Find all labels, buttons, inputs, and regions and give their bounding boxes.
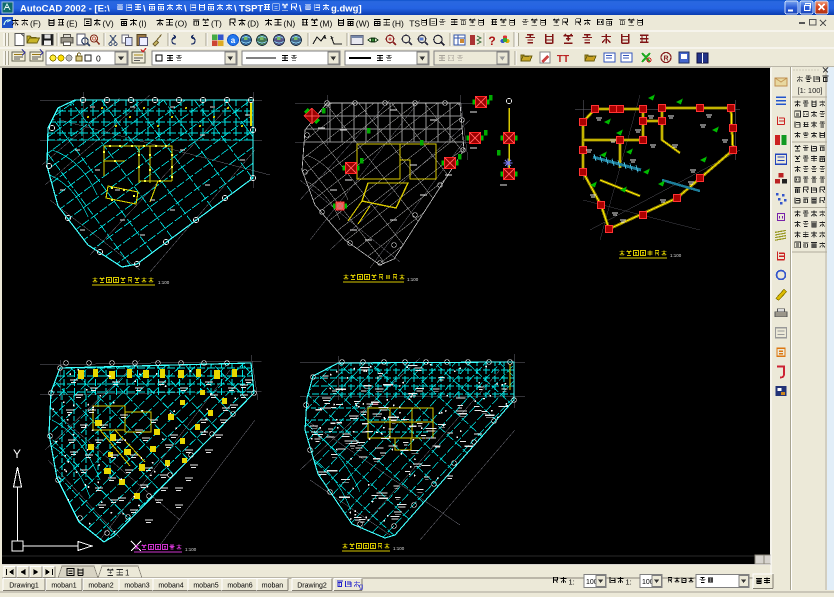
svg-text:(M): (M) xyxy=(320,19,333,29)
svg-text:R: R xyxy=(663,56,668,63)
svg-text:1:100: 1:100 xyxy=(158,280,170,285)
svg-text:1:100: 1:100 xyxy=(393,546,405,551)
svg-text:moban6: moban6 xyxy=(227,583,252,590)
svg-text:?: ? xyxy=(488,34,495,48)
svg-text:Drawing2: Drawing2 xyxy=(297,583,327,590)
svg-text:1: 1 xyxy=(125,569,130,578)
svg-text:moban1: moban1 xyxy=(51,583,76,590)
svg-text:Y: Y xyxy=(13,447,21,461)
svg-text:(T): (T) xyxy=(211,19,222,29)
svg-text:\: \ xyxy=(234,4,237,15)
svg-text:[1: 100]: [1: 100] xyxy=(797,86,822,95)
svg-text:moban4: moban4 xyxy=(158,583,183,590)
svg-text:(W): (W) xyxy=(356,19,370,29)
svg-text:(O): (O) xyxy=(175,19,187,29)
svg-text:1:: 1: xyxy=(626,578,632,587)
svg-text:1:100: 1:100 xyxy=(185,547,197,552)
svg-text:(D): (D) xyxy=(247,19,259,29)
svg-text:g: g xyxy=(359,582,363,591)
svg-text:AutoCAD 2002 - [E:\: AutoCAD 2002 - [E:\ xyxy=(20,4,110,15)
svg-text:TS: TS xyxy=(409,19,420,29)
svg-text:Drawing1: Drawing1 xyxy=(9,583,39,590)
svg-text:TSPT: TSPT xyxy=(239,4,263,15)
svg-text:1:100: 1:100 xyxy=(670,253,682,258)
svg-text:1:: 1: xyxy=(569,578,575,587)
svg-text:moban2: moban2 xyxy=(88,583,113,590)
svg-text:a: a xyxy=(231,36,236,45)
svg-text:moban: moban xyxy=(262,583,284,590)
svg-text:TT: TT xyxy=(557,54,569,65)
svg-text:(H): (H) xyxy=(392,19,404,29)
svg-text:moban3: moban3 xyxy=(124,583,149,590)
svg-text:1:100: 1:100 xyxy=(407,277,419,282)
svg-text:g.dwg]: g.dwg] xyxy=(331,4,362,15)
svg-text:\: \ xyxy=(184,4,187,15)
svg-text:(E): (E) xyxy=(66,19,78,29)
svg-text:\: \ xyxy=(299,4,302,15)
svg-text:(F): (F) xyxy=(30,19,41,29)
svg-text:moban5: moban5 xyxy=(193,583,218,590)
svg-text:(V): (V) xyxy=(102,19,114,29)
svg-text:(I): (I) xyxy=(139,19,147,29)
svg-text:(N): (N) xyxy=(283,19,295,29)
svg-text:0: 0 xyxy=(96,54,101,64)
svg-text:\: \ xyxy=(143,4,146,15)
